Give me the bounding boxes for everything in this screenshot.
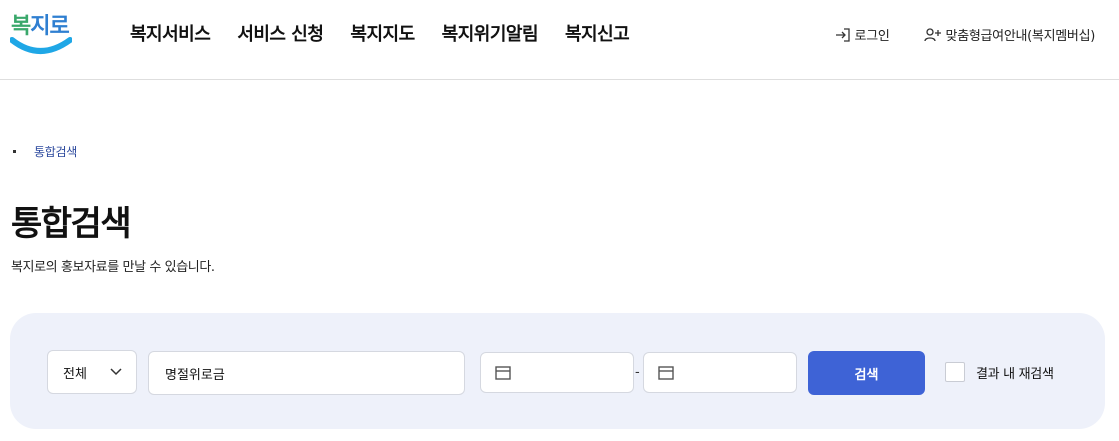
membership-label: 맞춤형급여안내(복지멤버십) bbox=[945, 29, 1096, 44]
nav-welfare-crisis-alert[interactable]: 복지위기알림 bbox=[442, 20, 539, 46]
page-title: 통합검색 bbox=[11, 204, 132, 244]
logo-smile-icon bbox=[10, 37, 72, 54]
login-link[interactable]: 로그인 bbox=[835, 25, 890, 44]
breadcrumb-current[interactable]: 통합검색 bbox=[34, 143, 77, 160]
calendar-icon bbox=[658, 365, 674, 380]
breadcrumb-bullet bbox=[13, 150, 16, 153]
chevron-down-icon bbox=[110, 368, 122, 376]
nav-service-application[interactable]: 서비스 신청 bbox=[237, 20, 324, 46]
search-button[interactable]: 검색 bbox=[808, 351, 925, 395]
breadcrumb: 통합검색 bbox=[13, 143, 77, 160]
research-within-results[interactable]: 결과 내 재검색 bbox=[945, 362, 1054, 382]
keyword-field bbox=[148, 351, 465, 395]
main-nav: 복지서비스 서비스 신청 복지지도 복지위기알림 복지신고 bbox=[130, 20, 656, 46]
page-description: 복지로의 홍보자료를 만날 수 있습니다. bbox=[11, 260, 215, 275]
nav-welfare-report[interactable]: 복지신고 bbox=[565, 20, 630, 46]
research-checkbox[interactable] bbox=[945, 362, 965, 382]
site-header: 복지로 복지서비스 서비스 신청 복지지도 복지위기알림 복지신고 로그인 맞춤… bbox=[0, 0, 1119, 80]
site-logo[interactable]: 복지로 bbox=[8, 6, 72, 60]
date-separator: - bbox=[635, 365, 640, 380]
calendar-icon bbox=[495, 365, 511, 380]
category-select[interactable]: 전체 bbox=[47, 350, 137, 394]
login-label: 로그인 bbox=[854, 29, 890, 44]
start-date-field[interactable] bbox=[480, 352, 634, 393]
category-selected-value: 전체 bbox=[63, 366, 87, 382]
search-panel: 전체 - 검색 결과 내 재검색 bbox=[10, 313, 1105, 429]
keyword-input[interactable] bbox=[165, 365, 448, 381]
user-plus-icon bbox=[923, 27, 941, 41]
research-label: 결과 내 재검색 bbox=[976, 366, 1054, 382]
utility-menu: 로그인 맞춤형급여안내(복지멤버십) bbox=[801, 25, 1095, 44]
nav-welfare-services[interactable]: 복지서비스 bbox=[130, 20, 211, 46]
login-icon bbox=[835, 27, 850, 42]
end-date-field[interactable] bbox=[643, 352, 797, 393]
nav-welfare-map[interactable]: 복지지도 bbox=[350, 20, 415, 46]
membership-link[interactable]: 맞춤형급여안내(복지멤버십) bbox=[923, 25, 1096, 44]
